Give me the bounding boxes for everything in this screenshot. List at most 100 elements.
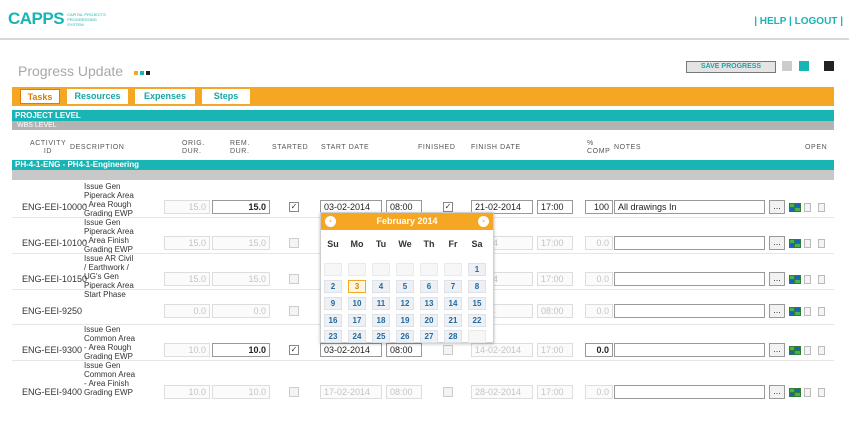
started-checkbox[interactable] xyxy=(289,306,299,316)
tab-resources[interactable]: Resources xyxy=(67,89,128,104)
notes-field[interactable] xyxy=(614,304,765,318)
started-checkbox[interactable]: ✓ xyxy=(289,345,299,355)
next-month-icon[interactable]: › xyxy=(478,216,489,227)
notes-expand-button[interactable]: ... xyxy=(769,272,785,286)
finished-checkbox[interactable] xyxy=(443,345,453,355)
finished-checkbox[interactable]: ✓ xyxy=(443,202,453,212)
calendar-day[interactable]: 19 xyxy=(396,314,414,327)
notes-expand-button[interactable]: ... xyxy=(769,343,785,357)
calendar-day[interactable]: 12 xyxy=(396,297,414,310)
attachment-icon[interactable] xyxy=(818,275,825,284)
calendar-day[interactable]: 1 xyxy=(468,263,486,276)
capps-logo[interactable]: CAPPS CAPITAL PROJECTS PROGRESSING SYSTE… xyxy=(8,9,107,29)
percent-complete-field[interactable]: 0.0 xyxy=(585,385,613,399)
notes-expand-button[interactable]: ... xyxy=(769,304,785,318)
notes-expand-button[interactable]: ... xyxy=(769,236,785,250)
calendar-day[interactable]: 17 xyxy=(348,314,366,327)
logout-link[interactable]: LOGOUT xyxy=(795,16,838,27)
spreadsheet-icon[interactable] xyxy=(789,388,801,397)
rem-duration-field[interactable]: 15.0 xyxy=(212,200,270,214)
tab-tasks[interactable]: Tasks xyxy=(20,89,60,104)
color-swatch-teal[interactable] xyxy=(799,61,809,71)
document-icon[interactable] xyxy=(804,388,811,397)
calendar-day[interactable]: 14 xyxy=(444,297,462,310)
attachment-icon[interactable] xyxy=(818,239,825,248)
tab-expenses[interactable]: Expenses xyxy=(135,89,195,104)
finish-time-field[interactable]: 17:00 xyxy=(537,385,573,399)
rem-duration-field[interactable]: 15.0 xyxy=(212,236,270,250)
help-link[interactable]: HELP xyxy=(760,16,787,27)
spreadsheet-icon[interactable] xyxy=(789,346,801,355)
finish-time-field[interactable]: 08:00 xyxy=(537,304,573,318)
calendar-day[interactable]: 28 xyxy=(444,330,462,343)
finish-time-field[interactable]: 17:00 xyxy=(537,200,573,214)
percent-complete-field[interactable]: 100 xyxy=(585,200,613,214)
document-icon[interactable] xyxy=(804,203,811,212)
calendar-day[interactable]: 21 xyxy=(444,314,462,327)
calendar-day[interactable]: 27 xyxy=(420,330,438,343)
color-swatch-gray[interactable] xyxy=(782,61,792,71)
calendar-day[interactable]: 13 xyxy=(420,297,438,310)
finish-date-field[interactable]: 14-02-2014 xyxy=(471,343,533,357)
started-checkbox[interactable]: ✓ xyxy=(289,202,299,212)
notes-field[interactable] xyxy=(614,272,765,286)
notes-field[interactable] xyxy=(614,236,765,250)
calendar-day[interactable]: 22 xyxy=(468,314,486,327)
started-checkbox[interactable] xyxy=(289,238,299,248)
rem-duration-field[interactable]: 10.0 xyxy=(212,343,270,357)
document-icon[interactable] xyxy=(804,307,811,316)
started-checkbox[interactable] xyxy=(289,274,299,284)
rem-duration-field[interactable]: 0.0 xyxy=(212,304,270,318)
calendar-day[interactable]: 26 xyxy=(396,330,414,343)
finished-checkbox[interactable] xyxy=(443,387,453,397)
calendar-day[interactable]: 3 xyxy=(348,280,366,293)
notes-expand-button[interactable]: ... xyxy=(769,200,785,214)
start-date-field[interactable]: 17-02-2014 xyxy=(320,385,382,399)
attachment-icon[interactable] xyxy=(818,346,825,355)
calendar-day[interactable]: 7 xyxy=(444,280,462,293)
calendar-day[interactable]: 4 xyxy=(372,280,390,293)
start-time-field[interactable]: 08:00 xyxy=(386,385,422,399)
calendar-day[interactable]: 11 xyxy=(372,297,390,310)
notes-field[interactable]: All drawings In xyxy=(614,200,765,214)
finish-time-field[interactable]: 17:00 xyxy=(537,236,573,250)
document-icon[interactable] xyxy=(804,239,811,248)
document-icon[interactable] xyxy=(804,275,811,284)
calendar-day[interactable]: 9 xyxy=(324,297,342,310)
started-checkbox[interactable] xyxy=(289,387,299,397)
attachment-icon[interactable] xyxy=(818,307,825,316)
wbs-group-band[interactable]: PH-4-1-ENG - PH4-1-Engineering xyxy=(12,160,834,170)
calendar-day[interactable]: 15 xyxy=(468,297,486,310)
calendar-day[interactable]: 5 xyxy=(396,280,414,293)
notes-field[interactable] xyxy=(614,385,765,399)
calendar-day[interactable]: 18 xyxy=(372,314,390,327)
percent-complete-field[interactable]: 0.0 xyxy=(585,304,613,318)
tab-steps[interactable]: Steps xyxy=(202,89,250,104)
finish-date-field[interactable]: 28-02-2014 xyxy=(471,385,533,399)
spreadsheet-icon[interactable] xyxy=(789,203,801,212)
attachment-icon[interactable] xyxy=(818,388,825,397)
project-level-band[interactable]: PROJECT LEVEL xyxy=(12,110,834,121)
wbs-level-band[interactable]: WBS LEVEL xyxy=(12,121,834,130)
notes-expand-button[interactable]: ... xyxy=(769,385,785,399)
color-swatch-black[interactable] xyxy=(824,61,834,71)
start-time-field[interactable]: 08:00 xyxy=(386,343,422,357)
calendar-day[interactable]: 20 xyxy=(420,314,438,327)
spreadsheet-icon[interactable] xyxy=(789,239,801,248)
save-progress-button[interactable]: SAVE PROGRESS xyxy=(686,61,776,73)
notes-field[interactable] xyxy=(614,343,765,357)
calendar-day[interactable]: 16 xyxy=(324,314,342,327)
calendar-day[interactable]: 2 xyxy=(324,280,342,293)
attachment-icon[interactable] xyxy=(818,203,825,212)
start-date-field[interactable]: 03-02-2014 xyxy=(320,343,382,357)
calendar-day[interactable]: 8 xyxy=(468,280,486,293)
spreadsheet-icon[interactable] xyxy=(789,275,801,284)
document-icon[interactable] xyxy=(804,346,811,355)
rem-duration-field[interactable]: 10.0 xyxy=(212,385,270,399)
rem-duration-field[interactable]: 15.0 xyxy=(212,272,270,286)
finish-time-field[interactable]: 17:00 xyxy=(537,272,573,286)
calendar-day[interactable]: 6 xyxy=(420,280,438,293)
calendar-day[interactable]: 23 xyxy=(324,330,342,343)
percent-complete-field[interactable]: 0.0 xyxy=(585,343,613,357)
spreadsheet-icon[interactable] xyxy=(789,307,801,316)
